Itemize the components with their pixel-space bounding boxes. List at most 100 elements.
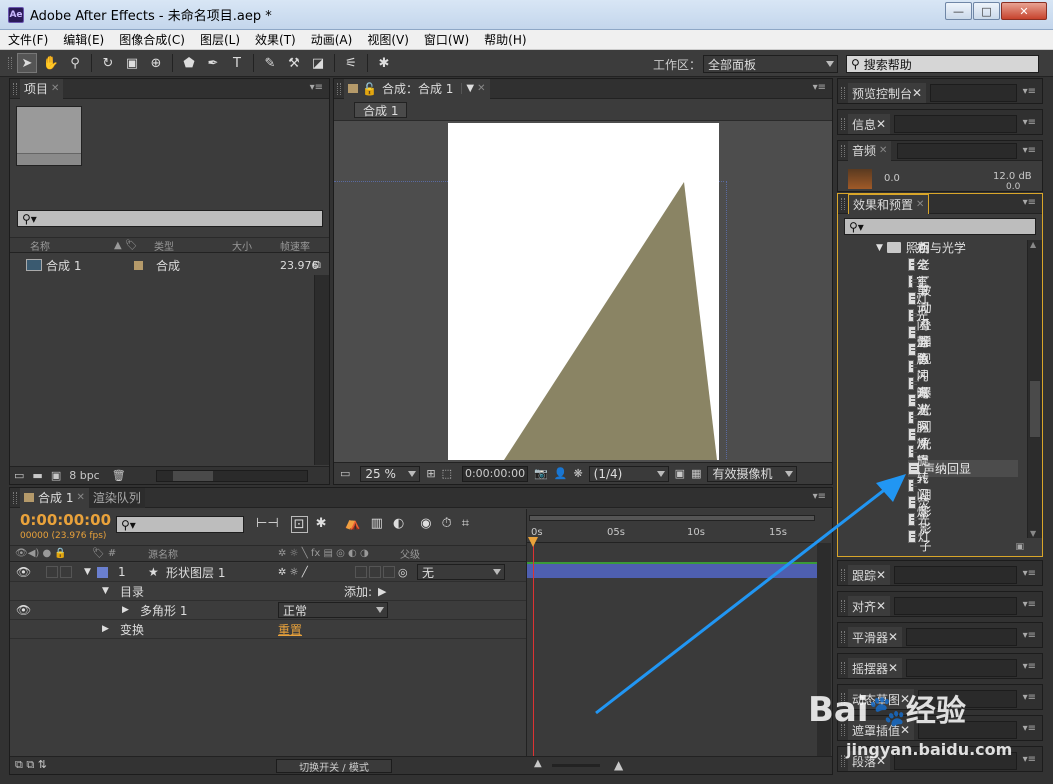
- workspace-dropdown[interactable]: 全部面板: [703, 55, 838, 73]
- mask-toggle-icon[interactable]: ⬚: [442, 467, 452, 480]
- chevron-right-icon[interactable]: ▶: [102, 624, 109, 634]
- panel-menu-icon[interactable]: ▾≡: [813, 491, 826, 502]
- blend-mode-dropdown[interactable]: 正常: [278, 602, 388, 618]
- hand-tool-icon[interactable]: ✋: [41, 53, 61, 73]
- menu-edit[interactable]: 编辑(E): [55, 31, 111, 48]
- draft-3d-icon[interactable]: ✱: [316, 516, 327, 533]
- col-name[interactable]: 名称: [30, 238, 50, 253]
- collapsed-panel-tab[interactable]: 对齐 ✕: [848, 596, 891, 616]
- show-snapshot-icon[interactable]: 👤: [554, 467, 568, 480]
- chevron-down-icon[interactable]: ▼: [876, 243, 883, 253]
- comp-breadcrumb[interactable]: 合成 1: [354, 102, 408, 118]
- eraser-icon[interactable]: ◪: [308, 53, 328, 73]
- new-preset-icon[interactable]: ▣: [1015, 542, 1024, 552]
- channel-icon[interactable]: ❋: [573, 467, 582, 480]
- col-type[interactable]: 类型: [154, 238, 174, 253]
- add-arrow-icon[interactable]: ▶: [378, 585, 386, 598]
- comp-mini-flowchart-icon[interactable]: ⊢⊣: [256, 516, 279, 533]
- eye-icon[interactable]: 👁: [16, 565, 31, 579]
- new-comp-icon[interactable]: ▣: [51, 469, 61, 482]
- transparency-grid-icon[interactable]: ▦: [691, 467, 701, 480]
- parent-dropdown[interactable]: 无: [417, 564, 505, 580]
- trash-icon[interactable]: 🗑: [112, 469, 126, 482]
- rotate-tool-icon[interactable]: ↻: [98, 53, 118, 73]
- roto-brush-icon[interactable]: ⚟: [341, 53, 361, 73]
- zoom-tool-icon[interactable]: ⚲: [65, 53, 85, 73]
- scroll-thumb[interactable]: [1029, 380, 1041, 438]
- tab-audio[interactable]: 音频 ✕: [848, 140, 892, 161]
- work-area-bar[interactable]: [529, 515, 815, 521]
- pickwhip-icon[interactable]: ◎: [398, 566, 408, 579]
- add-label[interactable]: 添加:: [344, 583, 372, 600]
- selection-tool-icon[interactable]: ➤: [17, 53, 37, 73]
- reset-link[interactable]: 重置: [278, 621, 302, 638]
- live-update-icon[interactable]: ⊡: [290, 516, 308, 533]
- menu-effect[interactable]: 效果(T): [247, 31, 303, 48]
- layer-duration-bar[interactable]: [527, 564, 817, 578]
- effects-search-input[interactable]: ⚲▾: [844, 218, 1036, 235]
- flowchart-icon[interactable]: ⧉: [313, 258, 321, 272]
- eye-icon[interactable]: 👁: [16, 603, 31, 617]
- menu-composition[interactable]: 图像合成(C): [111, 31, 192, 48]
- snapshot-icon[interactable]: 📷: [534, 467, 548, 480]
- camera-orbit-icon[interactable]: ▣: [122, 53, 142, 73]
- minimize-button[interactable]: —: [945, 2, 972, 20]
- collapsed-panel-tab[interactable]: 平滑器 ✕: [848, 627, 903, 647]
- puppet-pin-icon[interactable]: ✱: [374, 53, 394, 73]
- grid-icon[interactable]: ⊞: [426, 467, 435, 480]
- col-fps[interactable]: 帧速率: [280, 238, 310, 253]
- time-ruler[interactable]: 0s 05s 10s 15s: [527, 523, 817, 543]
- tab-composition[interactable]: 🔓 合成：合成 1 ▼ ✕: [344, 78, 490, 99]
- timeline-search-input[interactable]: ⚲▾: [116, 516, 244, 533]
- project-search-input[interactable]: ⚲▾: [17, 210, 323, 227]
- comp-canvas[interactable]: [448, 123, 719, 460]
- timeline-graph[interactable]: 0s 05s 10s 15s: [526, 509, 832, 774]
- lock-icon[interactable]: 🔓: [362, 82, 377, 96]
- collapsed-panel-tab[interactable]: 摇摆器 ✕: [848, 658, 903, 678]
- tab-effects-presets[interactable]: 效果和预置 ✕: [848, 193, 930, 214]
- polygon-row[interactable]: 👁 ▶ 多角形 1 正常: [10, 601, 526, 620]
- col-source-name[interactable]: 源名称: [148, 546, 178, 561]
- playhead-line[interactable]: [533, 537, 534, 774]
- zoom-out-icon[interactable]: ▲: [534, 758, 542, 769]
- clone-stamp-icon[interactable]: ⚒: [284, 53, 304, 73]
- motion-blur-icon[interactable]: ◐: [393, 516, 404, 533]
- zoom-in-icon[interactable]: ▲: [614, 758, 623, 772]
- chevron-down-icon[interactable]: ▼: [102, 586, 109, 596]
- tab-preview[interactable]: 预览控制台 ✕: [848, 83, 927, 103]
- hide-shy-icon[interactable]: ⛺: [344, 516, 360, 533]
- panel-menu-icon[interactable]: ▾≡: [813, 82, 826, 93]
- brush-tool-icon[interactable]: ✎: [260, 53, 280, 73]
- tab-info[interactable]: 信息 ✕: [848, 114, 891, 134]
- project-hscroll[interactable]: [156, 470, 308, 482]
- graph-editor-icon[interactable]: ⌗: [462, 516, 469, 533]
- resolution-dropdown[interactable]: (1/4): [588, 465, 669, 482]
- layer-switches-toggle-icon[interactable]: ⧉ ⧉ ⇅: [15, 758, 47, 772]
- brainstorm-icon[interactable]: ◉: [420, 516, 431, 533]
- auto-keyframe-icon[interactable]: ⏱: [442, 516, 452, 533]
- pen-tool-icon[interactable]: ✒: [203, 53, 223, 73]
- menu-layer[interactable]: 图层(L): [192, 31, 247, 48]
- collapsed-panel-tab[interactable]: 跟踪 ✕: [848, 565, 891, 585]
- frame-blending-icon[interactable]: ▥: [371, 516, 383, 533]
- layer-switch-icons[interactable]: ✲ ☼ ╱: [278, 567, 308, 578]
- menu-file[interactable]: 文件(F): [0, 31, 55, 48]
- chevron-down-icon[interactable]: ▼: [84, 567, 91, 577]
- layer-row[interactable]: 👁 ▼ 1 ★ 形状图层 1 ✲ ☼ ╱ ◎ 无: [10, 563, 526, 582]
- new-folder-icon[interactable]: ▬: [32, 469, 42, 482]
- region-of-interest-icon[interactable]: ▣: [675, 467, 685, 480]
- help-search-input[interactable]: ⚲ 搜索帮助: [846, 55, 1039, 73]
- shape-tool-icon[interactable]: ⬟: [179, 53, 199, 73]
- project-scrollbar[interactable]: [314, 275, 329, 465]
- effect-item[interactable]: 影子: [908, 522, 935, 553]
- close-button[interactable]: ✕: [1001, 2, 1047, 20]
- interpret-footage-icon[interactable]: ▭: [14, 469, 24, 482]
- chevron-right-icon[interactable]: ▶: [122, 605, 129, 615]
- project-item-row[interactable]: 合成 1 合成 23.976 ⧉: [10, 256, 321, 274]
- menu-view[interactable]: 视图(V): [359, 31, 416, 48]
- pan-behind-icon[interactable]: ⊕: [146, 53, 166, 73]
- zoom-dropdown[interactable]: 25 %: [360, 465, 421, 482]
- toggle-switches-modes-button[interactable]: 切换开关 / 模式: [276, 759, 392, 774]
- always-preview-icon[interactable]: ▭: [340, 467, 350, 480]
- effects-scrollbar[interactable]: ▲ ▼: [1027, 240, 1042, 538]
